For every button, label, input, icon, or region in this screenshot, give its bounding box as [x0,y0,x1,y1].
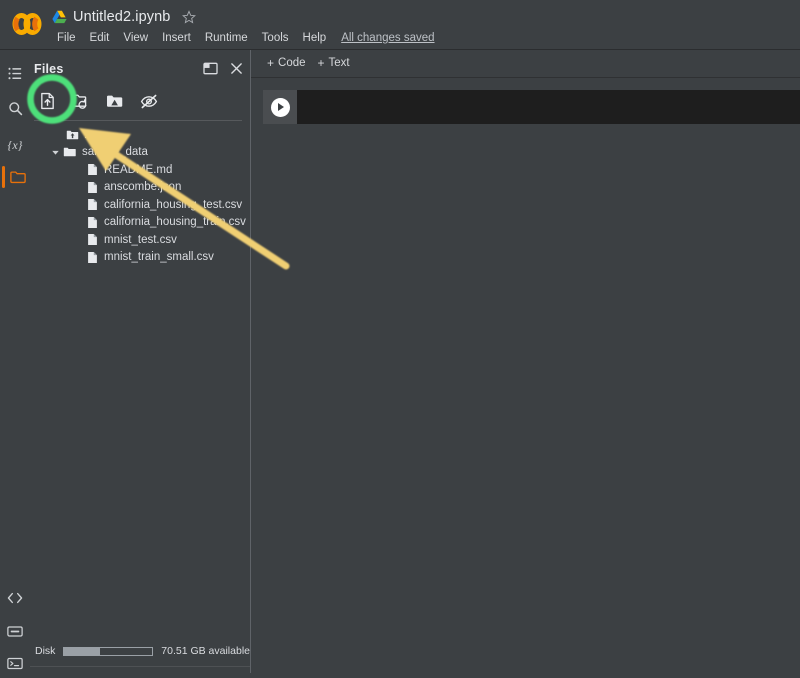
play-icon [270,97,290,117]
notebook-toolbar-divider [251,77,800,78]
rail-item-variables[interactable]: {x} [0,130,30,160]
google-drive-icon [52,10,67,24]
disk-label: Disk [35,645,56,657]
menu-bar: File Edit View Insert Runtime Tools Help… [50,29,437,47]
run-cell-button[interactable] [263,90,297,124]
disk-available-text: 70.51 GB available [161,645,250,657]
tree-row-anscombe[interactable]: anscombe.json [30,179,250,197]
tree-row-label: sample_data [82,146,148,159]
mount-drive-icon [106,93,124,109]
star-outline-icon[interactable] [176,10,197,24]
list-icon [7,66,23,81]
save-status[interactable]: All changes saved [339,31,436,45]
file-icon [84,162,100,178]
add-code-label: Code [278,57,306,69]
chevron-down-icon[interactable] [48,145,62,159]
menu-edit[interactable]: Edit [83,31,117,45]
left-icon-rail: {x} [0,50,30,673]
folder-icon [62,144,78,160]
disk-status: Disk 70.51 GB available [30,643,250,659]
tree-row-label: mnist_train_small.csv [104,251,214,264]
colab-logo-icon[interactable] [9,10,45,38]
notebook-title[interactable]: Untitled2.ipynb [73,9,170,25]
panel-bottom-divider [30,666,250,667]
tree-row-mnist-train-small[interactable]: mnist_train_small.csv [30,249,250,267]
rail-item-terminal[interactable] [0,648,30,678]
mount-drive-button[interactable] [98,88,132,114]
tree-row-mnist-test[interactable]: mnist_test.csv [30,231,250,249]
colab-window: Untitled2.ipynb File Edit View Insert Ru… [0,0,800,673]
tree-row-label: mnist_test.csv [104,233,177,246]
file-tree: .. sample_data README.md anscombe.json c… [30,126,250,266]
disk-usage-fill [64,647,100,655]
upload-to-session-storage-button[interactable] [30,88,64,114]
tree-row-readme[interactable]: README.md [30,161,250,179]
notebook-area: + Code + Text [251,50,800,673]
tree-row-label: california_housing_train.csv [104,216,246,229]
command-palette-icon [7,625,23,638]
variables-icon: {x} [7,137,23,152]
add-text-cell-button[interactable]: + Text [312,55,356,71]
menu-tools[interactable]: Tools [255,31,296,45]
file-icon [84,249,100,265]
add-code-cell-button[interactable]: + Code [261,55,312,71]
menu-file[interactable]: File [50,31,83,45]
tree-row-california-housing-test[interactable]: california_housing_test.csv [30,196,250,214]
menu-view[interactable]: View [116,31,155,45]
folder-up-icon [64,127,80,143]
file-icon [84,232,100,248]
tree-row-california-housing-train[interactable]: california_housing_train.csv [30,214,250,232]
notebook-toolbar: + Code + Text [251,50,800,76]
code-brackets-icon [7,591,23,605]
files-panel-title: Files [34,62,64,76]
files-toolbar-divider [34,120,242,121]
tree-row-label: README.md [104,163,173,176]
refresh-folder-button[interactable] [64,88,98,114]
top-bar: Untitled2.ipynb File Edit View Insert Ru… [0,0,800,50]
plus-icon: + [267,56,275,70]
refresh-folder-icon [72,93,90,109]
files-panel-toolbar [30,88,250,114]
rail-item-files[interactable] [0,162,30,192]
code-cell[interactable] [263,90,800,124]
new-window-icon[interactable] [202,60,218,76]
menu-insert[interactable]: Insert [155,31,198,45]
search-icon [8,101,23,116]
tree-row-label: california_housing_test.csv [104,198,243,211]
tree-row-label: anscombe.json [104,181,182,194]
eye-off-icon [140,94,158,109]
plus-icon: + [317,56,325,70]
rail-item-search[interactable] [0,93,30,123]
rail-item-command-palette[interactable] [0,616,30,646]
rail-item-table-of-contents[interactable] [0,58,30,88]
tree-row-sample-data[interactable]: sample_data [30,144,250,162]
files-panel-header: Files [30,60,250,82]
files-panel-actions [202,60,244,76]
upload-file-icon [39,92,56,110]
menu-runtime[interactable]: Runtime [198,31,255,45]
menu-help[interactable]: Help [296,31,334,45]
toggle-hidden-files-button[interactable] [132,88,166,114]
folder-icon [9,170,26,184]
file-icon [84,197,100,213]
file-icon [84,179,100,195]
files-panel: Files .. sample_data README.md anscombe.… [30,50,251,673]
notebook-title-row: Untitled2.ipynb [52,6,197,28]
file-icon [84,214,100,230]
terminal-icon [7,657,23,670]
files-selected-indicator [2,166,5,188]
add-text-label: Text [328,57,350,69]
tree-row-label: .. [84,128,91,141]
disk-usage-bar [63,646,154,656]
rail-item-code-snippets[interactable] [0,583,30,613]
close-icon[interactable] [228,60,244,76]
tree-row-parent[interactable]: .. [30,126,250,144]
